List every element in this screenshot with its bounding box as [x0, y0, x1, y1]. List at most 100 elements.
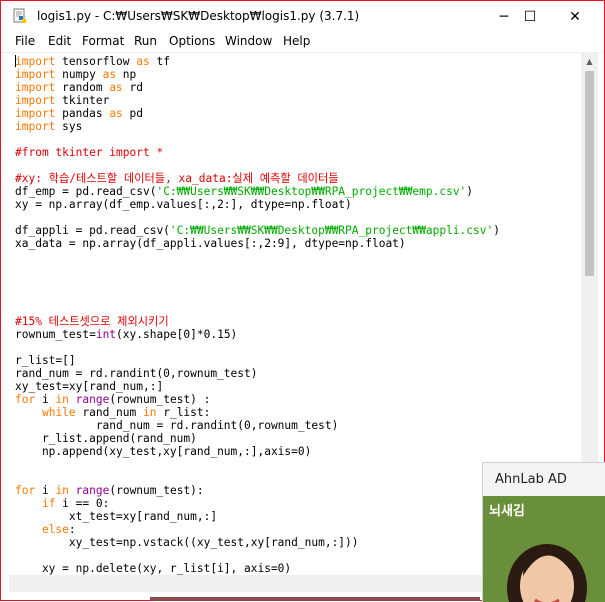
- menu-window[interactable]: Window: [225, 34, 272, 48]
- code-line[interactable]: while rand_num in r_list:: [15, 406, 210, 419]
- code-token: i == 0:: [55, 497, 110, 510]
- code-token: import: [15, 94, 56, 107]
- code-line[interactable]: np.append(xy_test,xy[rand_num,:],axis=0): [15, 445, 311, 458]
- background-strip: [150, 597, 480, 601]
- code-token: import: [15, 68, 56, 81]
- code-token: as: [102, 68, 117, 81]
- window-title: logis1.py - C:₩Users₩SK₩Desktop₩logis1.p…: [37, 9, 360, 23]
- code-line[interactable]: #from tkinter import *: [15, 146, 163, 159]
- code-token: df_emp = pd.read_csv(: [15, 185, 157, 198]
- code-line[interactable]: #xy: 학습/테스트할 데이터들, xa_data:실제 예측할 데이터들: [15, 172, 339, 185]
- code-line[interactable]: rownum_test=int(xy.shape[0]*0.15): [15, 328, 237, 341]
- code-line[interactable]: #15% 테스트셋으로 제외시키기: [15, 315, 169, 328]
- code-line[interactable]: xa_data = np.array(df_appli.values[:,2:9…: [15, 237, 406, 250]
- code-token: range: [75, 484, 110, 497]
- code-token: i: [35, 393, 56, 406]
- menu-format[interactable]: Format: [82, 34, 124, 48]
- code-token: int: [95, 328, 117, 341]
- menu-help[interactable]: Help: [283, 34, 310, 48]
- code-token: import: [15, 55, 56, 68]
- code-token: rownum_test=: [15, 328, 96, 341]
- code-line[interactable]: xy_test=xy[rand_num,:]: [15, 380, 163, 393]
- code-token: else: [41, 523, 69, 536]
- code-token: xy_test=xy[rand_num,:]: [15, 380, 164, 393]
- code-token: xy = np.array(df_emp.values[:,2:], dtype…: [15, 198, 352, 211]
- code-token: xt_test=xy[rand_num,:]: [15, 510, 218, 523]
- close-button[interactable]: ✕: [552, 1, 598, 32]
- code-line[interactable]: df_emp = pd.read_csv('C:₩₩Users₩₩SK₩₩Des…: [15, 185, 473, 198]
- code-token: as: [109, 107, 123, 120]
- code-token: xy = np.delete(xy, r_list[i], axis=0): [15, 562, 292, 575]
- code-line[interactable]: import sys: [15, 120, 82, 133]
- code-line[interactable]: xy_test=np.vstack((xy_test,xy[rand_num,:…: [15, 536, 359, 549]
- code-token: rand_num = rd.randint(0,rownum_test): [15, 367, 258, 380]
- scroll-up-arrow-icon[interactable]: ▲: [581, 53, 598, 69]
- code-token: ): [466, 185, 474, 198]
- code-line[interactable]: import pandas as pd: [15, 107, 143, 120]
- ahnlab-ad-popup[interactable]: AhnLab AD 뇌새김: [482, 462, 605, 602]
- code-token: (rownum_test) :: [109, 393, 211, 406]
- code-line[interactable]: r_list=[]: [15, 354, 76, 367]
- code-line[interactable]: xy = np.delete(xy, r_list[i], axis=0): [15, 562, 291, 575]
- code-line[interactable]: xy = np.array(df_emp.values[:,2:], dtype…: [15, 198, 352, 211]
- maximize-icon: ☐: [523, 8, 537, 25]
- menu-file[interactable]: File: [15, 34, 35, 48]
- code-token: tf: [149, 55, 170, 68]
- code-token: tkinter: [55, 94, 110, 107]
- code-token: #15% 테스트셋으로 제외시키기: [15, 315, 169, 328]
- code-token: in: [55, 484, 69, 497]
- code-token: pandas: [55, 107, 110, 120]
- code-token: np.append(xy_test,xy[rand_num,:],axis=0): [15, 445, 312, 458]
- code-token: import: [15, 120, 56, 133]
- code-token: 'C:₩₩Users₩₩SK₩₩Desktop₩₩RPA_project₩₩ap…: [169, 224, 494, 237]
- menu-bar: File Edit Format Run Options Window Help: [1, 32, 604, 53]
- code-token: ): [493, 224, 500, 237]
- code-token: for: [15, 484, 36, 497]
- code-token: in: [143, 406, 157, 419]
- code-line[interactable]: import tensorflow as tf: [15, 55, 170, 68]
- code-line[interactable]: import random as rd: [15, 81, 143, 94]
- code-token: 'C:₩₩Users₩₩SK₩₩Desktop₩₩RPA_project₩₩em…: [156, 185, 467, 198]
- code-token: np: [116, 68, 137, 81]
- code-token: random: [55, 81, 110, 94]
- code-token: import: [15, 107, 56, 120]
- menu-edit[interactable]: Edit: [48, 34, 71, 48]
- code-token: import: [15, 81, 56, 94]
- code-token: :: [68, 523, 76, 536]
- code-token: r_list=[]: [15, 354, 76, 367]
- code-token: in: [55, 393, 69, 406]
- code-line[interactable]: else:: [15, 523, 76, 536]
- code-line[interactable]: df_appli = pd.read_csv('C:₩₩Users₩₩SK₩₩D…: [15, 224, 500, 237]
- code-line[interactable]: import numpy as np: [15, 68, 136, 81]
- ad-image[interactable]: 뇌새김: [483, 496, 605, 602]
- code-token: xa_data = np.array(df_appli.values[:,2:9…: [15, 237, 406, 250]
- code-line[interactable]: rand_num = rd.randint(0,rownum_test): [15, 419, 339, 432]
- code-token: rd: [122, 81, 144, 94]
- code-token: rand_num = rd.randint(0,rownum_test): [15, 419, 339, 432]
- code-line[interactable]: xt_test=xy[rand_num,:]: [15, 510, 217, 523]
- code-token: numpy: [55, 68, 103, 81]
- code-token: tensorflow: [55, 55, 137, 68]
- code-line[interactable]: for i in range(rownum_test):: [15, 484, 204, 497]
- menu-run[interactable]: Run: [134, 34, 157, 48]
- code-token: as: [109, 81, 123, 94]
- title-bar[interactable]: logis1.py - C:₩Users₩SK₩Desktop₩logis1.p…: [1, 1, 604, 32]
- code-token: r_list:: [156, 406, 211, 419]
- code-line[interactable]: if i == 0:: [15, 497, 109, 510]
- code-line[interactable]: for i in range(rownum_test) :: [15, 393, 210, 406]
- close-icon: ✕: [569, 8, 581, 25]
- menu-options[interactable]: Options: [169, 34, 215, 48]
- code-line[interactable]: rand_num = rd.randint(0,rownum_test): [15, 367, 257, 380]
- maximize-button[interactable]: ☐: [507, 1, 553, 32]
- code-line[interactable]: import tkinter: [15, 94, 109, 107]
- code-token: if: [41, 497, 56, 510]
- code-token: xy_test=np.vstack((xy_test,xy[rand_num,:…: [15, 536, 359, 549]
- ad-title: AhnLab AD: [495, 472, 567, 487]
- scrollbar-thumb[interactable]: [585, 71, 594, 276]
- code-token: df_appli = pd.read_csv(: [15, 224, 170, 237]
- code-line[interactable]: r_list.append(rand_num): [15, 432, 197, 445]
